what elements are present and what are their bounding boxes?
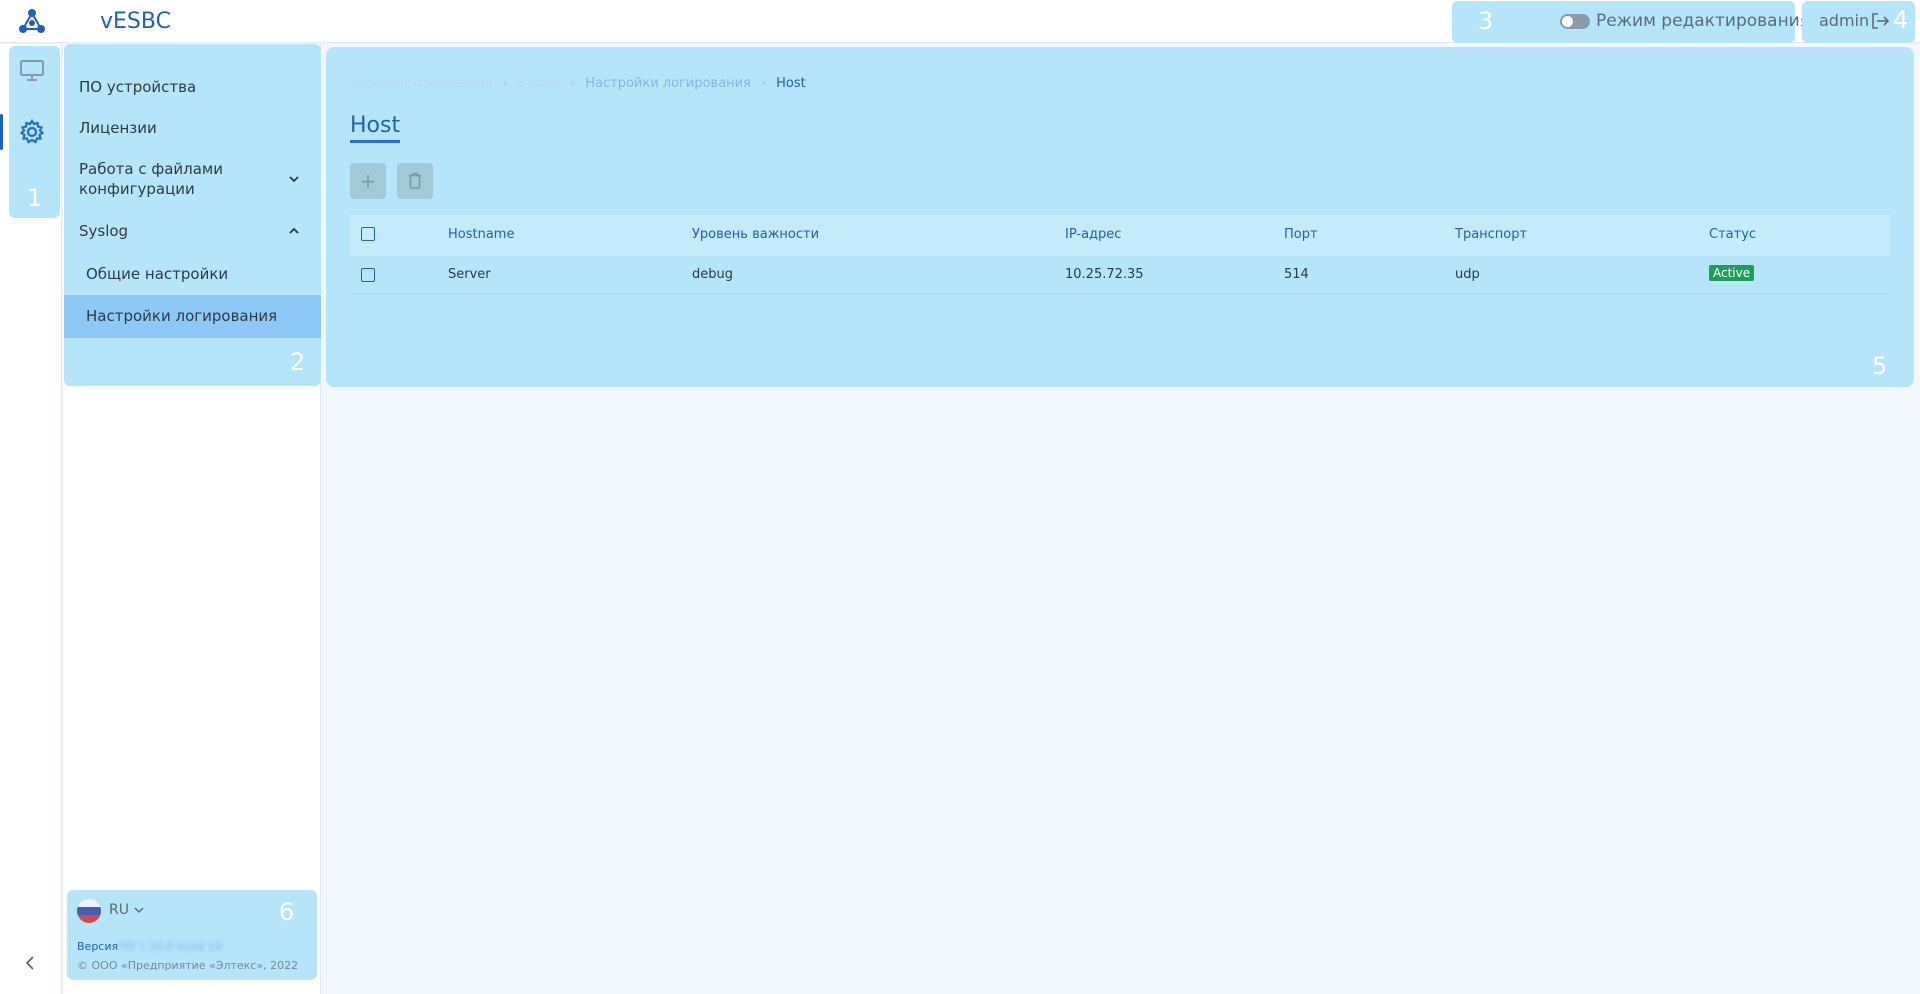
- sidebar-item-config-files[interactable]: Работа с файлами конфигурации: [79, 159, 223, 199]
- select-all-checkbox[interactable]: [361, 227, 375, 241]
- cell-level: debug: [692, 267, 733, 282]
- column-header-status[interactable]: Статус: [1709, 227, 1756, 242]
- overlay-number-3: 3: [1478, 7, 1494, 35]
- breadcrumb-item-logging-settings[interactable]: Настройки логирования: [585, 76, 751, 91]
- page-title: Host: [350, 113, 401, 143]
- overlay-number-5: 5: [1872, 352, 1888, 380]
- russia-flag-icon[interactable]: [77, 899, 101, 923]
- logout-icon[interactable]: [1870, 11, 1890, 31]
- monitor-icon[interactable]: [18, 56, 46, 84]
- cell-transport: udp: [1455, 267, 1480, 282]
- edit-mode-toggle[interactable]: [1560, 14, 1590, 29]
- edit-mode-label: Режим редактирования: [1596, 11, 1810, 31]
- breadcrumb-separator: ›: [760, 76, 767, 91]
- plus-icon: +: [359, 169, 377, 193]
- sidebar-item-licenses[interactable]: Лицензии: [79, 119, 157, 137]
- breadcrumb-separator: ›: [502, 76, 508, 91]
- gear-icon[interactable]: [18, 118, 46, 146]
- chevron-up-icon[interactable]: [287, 224, 301, 238]
- sidebar-subitem-general-settings[interactable]: Общие настройки: [86, 265, 228, 283]
- sidebar-item-syslog[interactable]: Syslog: [79, 222, 128, 240]
- breadcrumb: Администрирование › Syslog › Настройки л…: [351, 76, 806, 91]
- sidebar-subitem-logging-settings[interactable]: Настройки логирования: [86, 307, 277, 325]
- version-label: Версия: [77, 940, 119, 953]
- app-logo-icon[interactable]: [17, 7, 47, 35]
- chevron-down-icon[interactable]: [133, 904, 145, 916]
- column-header-level[interactable]: Уровень важности: [692, 227, 819, 242]
- breadcrumb-item-current: Host: [776, 76, 806, 91]
- chevron-down-icon[interactable]: [287, 172, 301, 186]
- cell-port: 514: [1284, 267, 1309, 282]
- user-name: admin: [1819, 11, 1870, 30]
- sidebar-item-label: Работа с файлами: [79, 160, 223, 178]
- app-title: vESBC: [100, 9, 171, 34]
- delete-button[interactable]: [397, 163, 433, 199]
- version-value: ПО 1.20.0 build 19: [118, 940, 222, 953]
- breadcrumb-item-syslog[interactable]: Syslog: [518, 76, 561, 91]
- rail-active-indicator: [0, 114, 3, 150]
- sidebar-item-firmware[interactable]: ПО устройства: [79, 78, 196, 96]
- overlay-number-1: 1: [27, 184, 43, 212]
- row-checkbox[interactable]: [361, 268, 375, 282]
- copyright: © ООО «Предприятие «Элтекс», 2022: [77, 959, 299, 972]
- add-button[interactable]: +: [350, 163, 386, 199]
- overlay-number-4: 4: [1893, 6, 1909, 34]
- column-header-port[interactable]: Порт: [1284, 227, 1318, 242]
- breadcrumb-separator: ›: [570, 76, 576, 91]
- collapse-sidebar-icon[interactable]: [22, 954, 38, 972]
- sidebar-item-label: конфигурации: [79, 180, 195, 198]
- trash-icon: [409, 172, 421, 189]
- status-badge: Active: [1709, 265, 1755, 281]
- row-divider: [350, 293, 1890, 294]
- language-selector[interactable]: RU: [109, 902, 129, 918]
- column-header-ip[interactable]: IP-адрес: [1065, 227, 1121, 242]
- overlay-number-6: 6: [279, 898, 295, 926]
- cell-hostname: Server: [448, 267, 491, 282]
- overlay-number-2: 2: [290, 348, 306, 376]
- cell-ip: 10.25.72.35: [1065, 267, 1144, 282]
- breadcrumb-item-administration[interactable]: Администрирование: [351, 76, 492, 91]
- column-header-transport[interactable]: Транспорт: [1455, 227, 1527, 242]
- column-header-hostname[interactable]: Hostname: [448, 227, 514, 242]
